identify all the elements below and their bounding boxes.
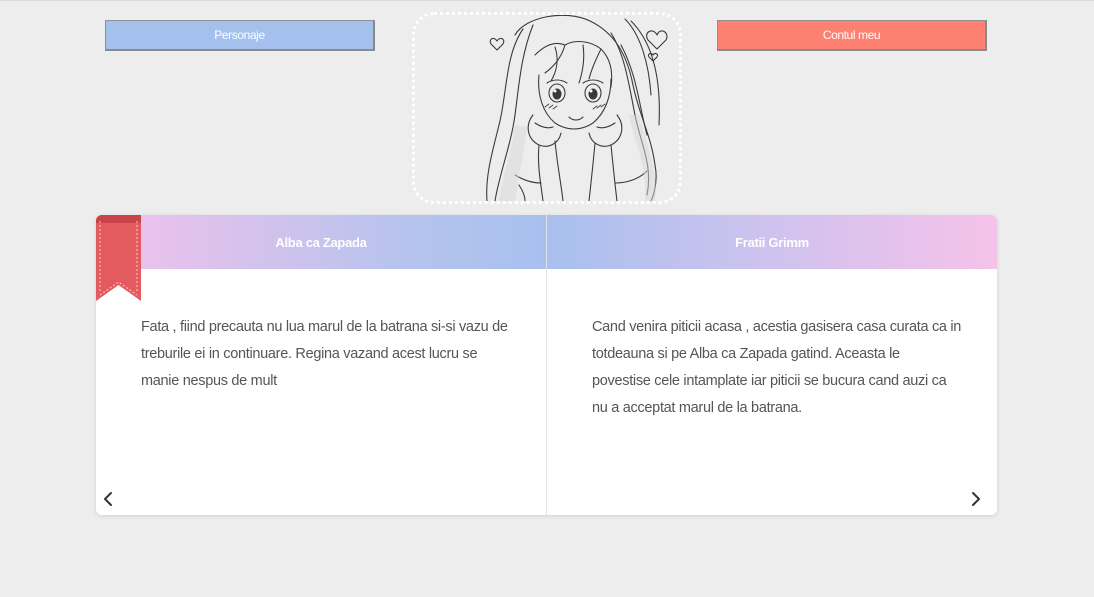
card-text: Cand venira piticii acasa , acestia gasi… — [592, 319, 962, 416]
avatar-illustration — [486, 15, 668, 201]
bookmark-ribbon-icon — [96, 215, 141, 301]
card-text: Fata , fiind precauta nu lua marul de la… — [141, 319, 508, 389]
heart-icon — [646, 30, 668, 50]
avatar-frame — [412, 12, 682, 204]
previous-slide-button[interactable] — [98, 485, 118, 513]
next-slide-button[interactable] — [966, 485, 986, 513]
characters-button[interactable]: Personaje — [105, 20, 375, 51]
card-title: Fratii Grimm — [547, 215, 997, 269]
my-account-button[interactable]: Contul meu — [717, 20, 987, 51]
story-card-1: Alba ca Zapada Fata , fiind precauta nu … — [96, 215, 546, 515]
heart-icon — [489, 37, 505, 51]
top-border — [0, 0, 1094, 1]
chevron-left-icon — [104, 492, 112, 506]
story-card-2: Fratii Grimm Cand venira piticii acasa ,… — [547, 215, 997, 515]
chevron-right-icon — [972, 492, 980, 506]
story-carousel: Alba ca Zapada Fata , fiind precauta nu … — [96, 215, 997, 515]
card-title: Alba ca Zapada — [96, 215, 546, 269]
